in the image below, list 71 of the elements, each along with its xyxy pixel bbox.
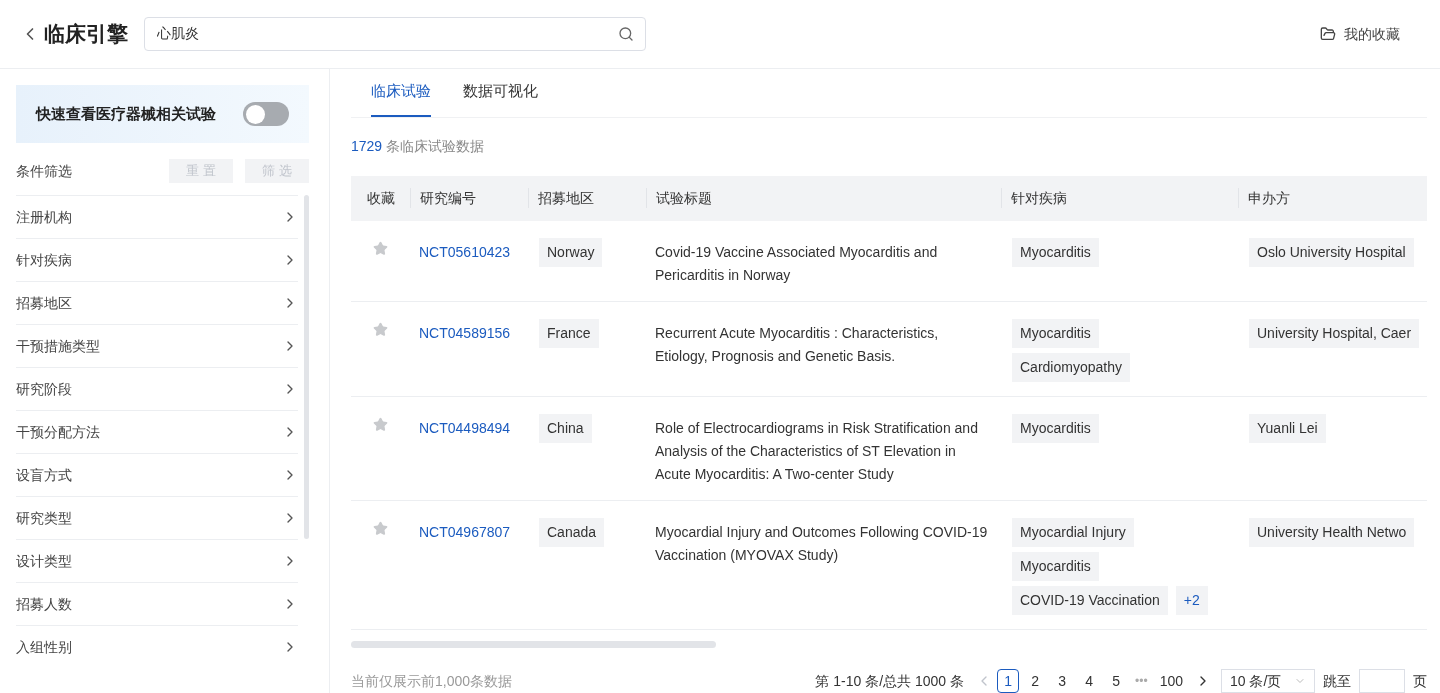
filter-item[interactable]: 招募人数 [16,582,298,625]
tag: Myocarditis [1012,237,1099,267]
search-field[interactable]: 心肌炎 [144,17,646,51]
column-header: 研究编号 [419,188,476,208]
page-button[interactable]: 1 [997,669,1020,693]
jump-suffix: 页 [1413,671,1427,691]
study-id-link[interactable]: NCT04498494 [419,419,511,436]
scrollbar[interactable] [351,640,716,648]
tag: Oslo University Hospital [1249,237,1414,267]
column-header: 收藏 [366,188,395,208]
tab[interactable]: 数据可视化 [463,80,538,117]
tag: Norway [539,237,603,267]
page-button[interactable]: 3 [1051,669,1074,693]
search-icon[interactable] [618,26,634,42]
page-button[interactable]: 100 [1159,670,1183,692]
folder-icon [1320,26,1336,42]
result-count: 1729 [351,137,383,157]
tag: Myocarditis [1012,318,1099,348]
column-header: 招募地区 [537,188,594,208]
column-header: 试验标题 [655,188,712,208]
toggle-label: 快速查看医疗器械相关试验 [36,103,216,124]
study-id-link[interactable]: NCT04967807 [419,523,511,540]
page-button[interactable]: 5 [1105,669,1128,693]
tag: Canada [539,517,605,547]
column-header: 申办方 [1247,188,1290,208]
footer-note: 当前仅展示前1,000条数据 [351,671,513,691]
trial-title: Myocardial Injury and Outcomes Following COVID-19 Vaccination (MYOVAX Study) [655,522,989,565]
trial-title: Covid-19 Vaccine Associated Myocarditis and Pericarditis in Norway [655,242,939,285]
tag: Myocarditis [1012,413,1099,443]
star-icon[interactable] [373,520,388,536]
filter-item[interactable]: 入组性别 [16,625,298,668]
filter-item[interactable]: 针对疾病 [16,238,298,281]
page-button[interactable]: 2 [1024,669,1047,693]
toggle-switch[interactable] [243,102,289,126]
filter-item[interactable]: 设计类型 [16,539,298,582]
scrollbar[interactable] [304,195,309,539]
more-tag[interactable]: +2 [1175,585,1208,615]
filter-item[interactable]: 研究类型 [16,496,298,539]
star-icon[interactable] [373,240,388,256]
result-label: 条临床试验数据 [386,137,485,157]
page-button[interactable]: 4 [1078,669,1101,693]
study-id-link[interactable]: NCT04589156 [419,324,511,341]
filter-title: 条件筛选 [16,161,73,181]
star-icon[interactable] [373,416,388,432]
page-title: 临床引擎 [44,21,128,48]
trial-title: Role of Electrocardiograms in Risk Stratification and Analysis of the Characteristics of ST Elevation in Acute Myocarditis: A Two-center Study [655,418,979,484]
tag: COVID-19 Vaccination [1012,585,1168,615]
tag: University Hospital, Caer [1249,318,1420,348]
tag: Cardiomyopathy [1012,352,1130,382]
filter-item[interactable]: 干预分配方法 [16,410,298,453]
trial-title: Recurrent Acute Myocarditis : Characteristics, Etiology, Prognosis and Genetic Basis. [655,323,940,366]
tag: Myocardial Injury [1012,517,1134,547]
star-icon[interactable] [373,321,388,337]
filter-item[interactable]: 干预措施类型 [16,324,298,367]
tab[interactable]: 临床试验 [371,80,431,117]
tag: Myocarditis [1012,551,1099,581]
favorites-link[interactable]: 我的收藏 [1320,23,1400,45]
filter-item[interactable]: 研究阶段 [16,367,298,410]
pagination-summary: 第 1-10 条/总共 1000 条 [815,671,965,691]
tag: France [539,318,599,348]
tag: University Health Netwo [1249,517,1415,547]
filter-item[interactable]: 设盲方式 [16,453,298,496]
filter-item[interactable]: 招募地区 [16,281,298,324]
jump-label: 跳至 [1323,671,1351,691]
study-id-link[interactable]: NCT05610423 [419,243,511,260]
filter-item[interactable]: 注册机构 [16,195,298,238]
tag: Yuanli Lei [1249,413,1326,443]
tag: China [539,413,592,443]
column-header: 针对疾病 [1010,188,1067,208]
page-size-select[interactable]: 10 条/页 [1221,669,1315,693]
jump-input[interactable] [1359,669,1405,693]
